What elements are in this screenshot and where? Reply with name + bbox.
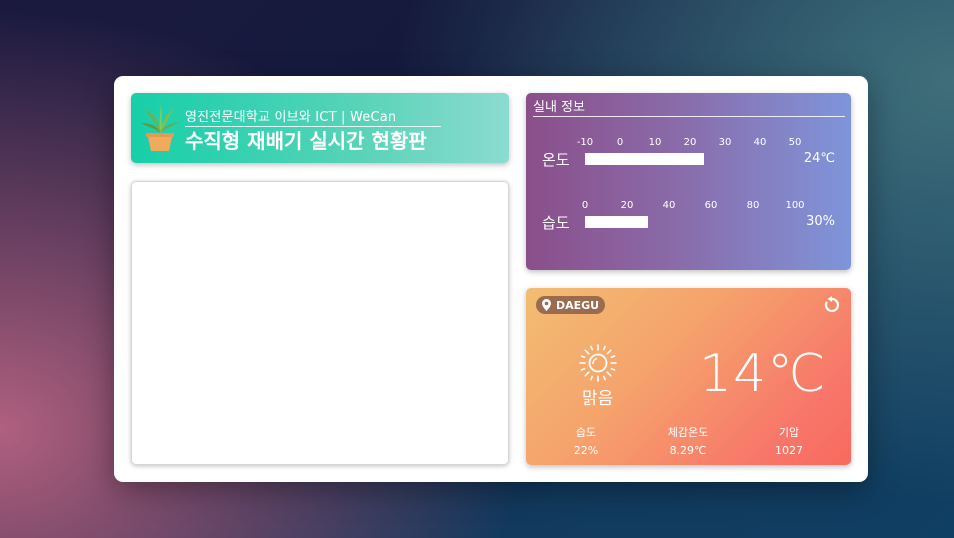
weather-stat-pressure: 기압 1027 [749,424,829,457]
weather-stat-feels-like: 체감온도 8.29℃ [648,424,728,457]
location-badge: DAEGU [536,296,606,314]
banner-title: 수직형 재배기 실시간 현황판 [185,129,427,153]
scale-tick: 0 [581,200,589,211]
content-panel [131,181,509,465]
weather-condition: 맑음 [582,389,614,409]
location-name: DAEGU [556,298,600,312]
stat-label: 습도 [575,426,597,439]
scale-tick: 30 [718,137,732,148]
weather-card: DAEGU 맑음 14℃ 습도 22% 체감온도 8.29℃ 기압 1027 [526,288,851,465]
scale-tick: 80 [746,200,760,211]
indoor-heading: 실내 정보 [533,96,845,117]
scale-tick: -10 [576,137,594,148]
scale-tick: 40 [753,137,767,148]
humidity-label: 습도 [542,214,570,232]
temperature-value: 24℃ [803,151,835,166]
scale-tick: 10 [648,137,662,148]
stat-label: 체감온도 [667,426,709,439]
potted-plant-icon [141,104,179,151]
scale-tick: 20 [683,137,697,148]
stat-value: 1027 [775,444,803,457]
humidity-scale: 0 20 40 60 80 100 [572,200,812,214]
banner-subtitle: 영진전문대학교 이브와 ICT | WeCan [185,106,441,127]
scale-tick: 40 [662,200,676,211]
dashboard-frame: 영진전문대학교 이브와 ICT | WeCan 수직형 재배기 실시간 현황판 … [114,76,868,482]
scale-tick: 0 [616,137,624,148]
weather-stat-humidity: 습도 22% [546,424,626,457]
sun-icon [579,344,617,382]
scale-tick: 60 [704,200,718,211]
temperature-label: 온도 [542,151,570,169]
temperature-bar-fill [585,153,704,165]
refresh-icon[interactable] [823,296,841,314]
scale-tick: 100 [785,200,805,211]
indoor-info-card: 실내 정보 온도 -10 0 10 20 30 40 50 24℃ 습도 0 20 40 60 80… [526,93,851,270]
stat-label: 기압 [778,426,800,439]
scale-tick: 20 [620,200,634,211]
map-pin-icon [542,299,551,311]
scale-tick: 50 [788,137,802,148]
temperature-bar [585,153,795,165]
humidity-value: 30% [806,214,835,229]
humidity-bar [585,216,795,228]
title-banner: 영진전문대학교 이브와 ICT | WeCan 수직형 재배기 실시간 현황판 [131,93,509,163]
stat-value: 8.29℃ [669,444,707,457]
outdoor-temperature: 14℃ [699,344,827,404]
stat-value: 22% [573,444,599,457]
temperature-scale: -10 0 10 20 30 40 50 [572,137,812,151]
humidity-bar-fill [585,216,648,228]
